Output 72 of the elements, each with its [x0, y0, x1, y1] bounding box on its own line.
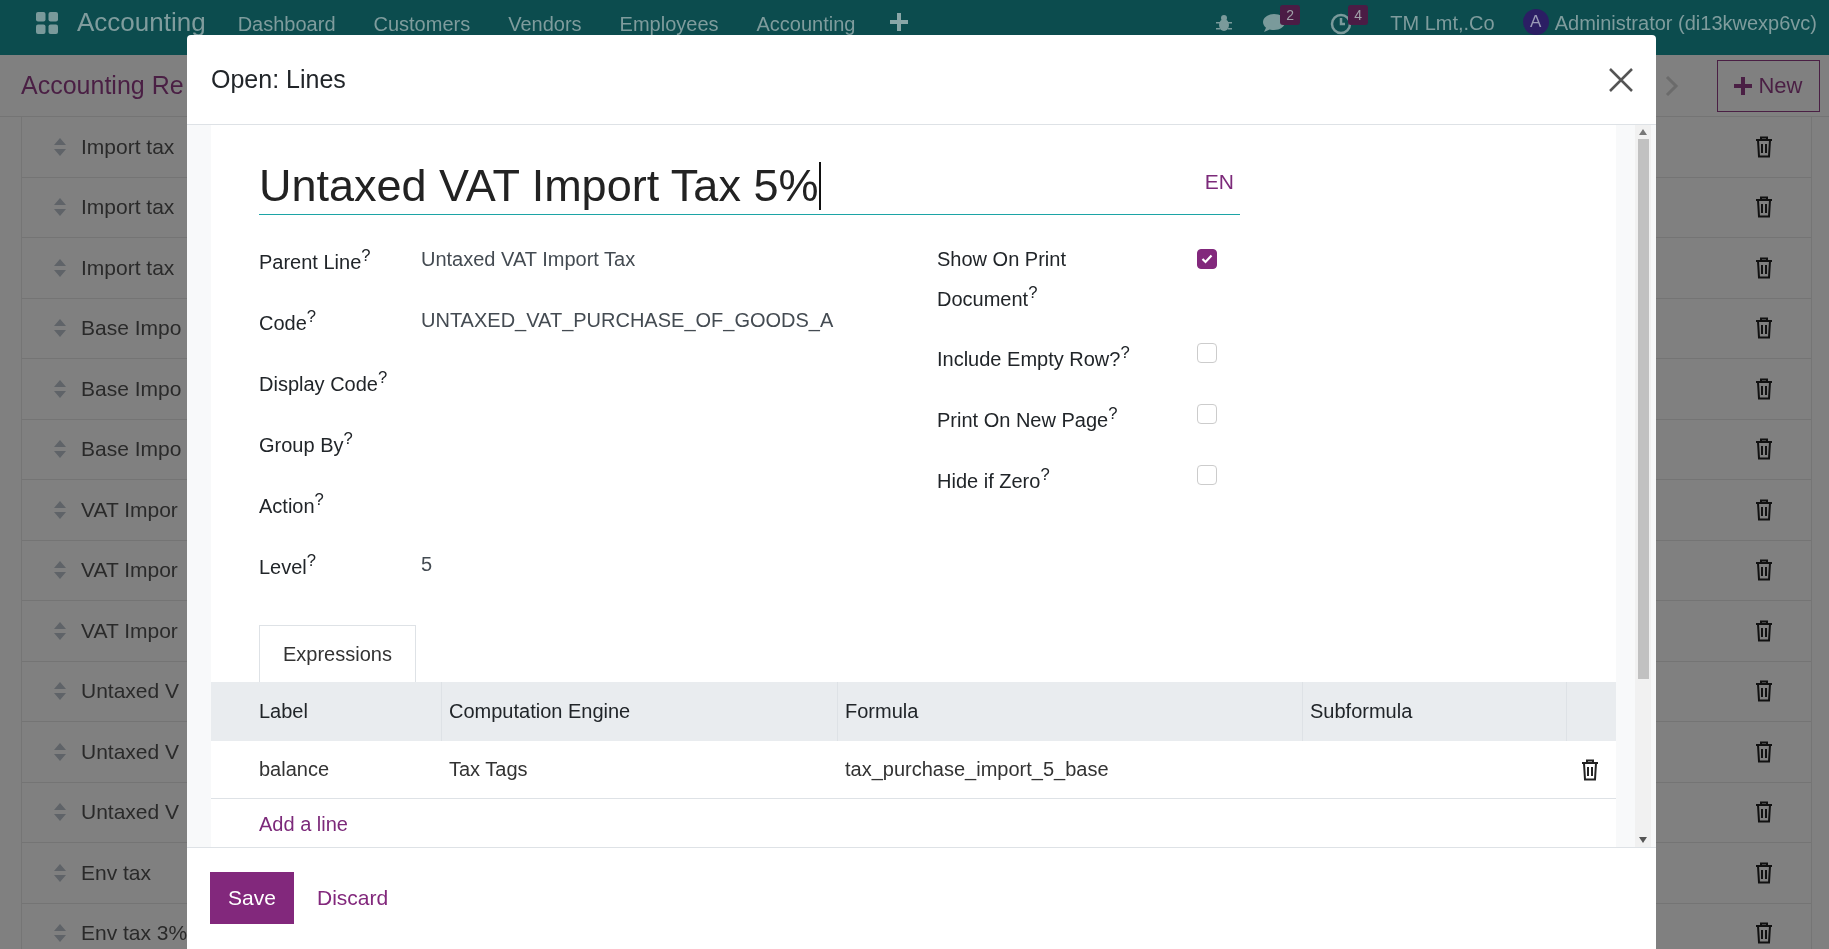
field-value[interactable]: Untaxed VAT Import Tax [421, 248, 891, 271]
add-line-link[interactable]: Add a line [259, 813, 348, 836]
drag-handle-icon[interactable] [53, 378, 67, 399]
drag-handle-icon[interactable] [53, 197, 67, 218]
close-icon[interactable] [1608, 66, 1634, 93]
scroll-down-icon[interactable] [1639, 837, 1647, 843]
activity-count-badge: 4 [1348, 5, 1368, 25]
table-cell-text: tax_purchase_import_5_base [844, 758, 1110, 781]
column-header[interactable]: Formula [838, 682, 1303, 741]
line-name: Import tax [81, 134, 175, 159]
message-count-badge: 2 [1280, 5, 1300, 25]
field-label: Parent Line$^{?}$ [259, 245, 372, 274]
drag-handle-icon[interactable] [53, 318, 67, 339]
scrollbar-thumb[interactable] [1637, 139, 1649, 679]
table-cell-text: Tax Tags [448, 758, 529, 781]
plus-icon[interactable] [889, 13, 908, 31]
line-name: VAT Impor [81, 558, 178, 583]
column-header[interactable]: Subformula [1303, 682, 1567, 741]
language-button[interactable]: EN [1204, 170, 1234, 194]
checkbox-label: Show On Print Document$^{?}$ [937, 247, 1067, 312]
apps-grid-icon[interactable] [35, 11, 59, 35]
text-cursor [819, 162, 822, 210]
bug-icon[interactable] [1214, 13, 1235, 33]
drag-handle-icon[interactable] [53, 499, 67, 520]
column-header[interactable]: Computation Engine [442, 682, 838, 741]
scroll-up-icon[interactable] [1639, 129, 1647, 135]
line-name: Env tax 3% [81, 921, 188, 946]
table-cell-text: balance [258, 758, 331, 781]
drag-handle-icon[interactable] [53, 620, 67, 641]
trash-icon[interactable] [1581, 758, 1599, 781]
line-name: Base Impo [81, 316, 182, 341]
check-icon [1201, 254, 1213, 264]
drag-handle-icon[interactable] [53, 136, 67, 157]
save-button[interactable]: Save [210, 872, 294, 924]
line-name: Base Impo [81, 376, 182, 401]
field-value[interactable]: 5 [421, 553, 891, 576]
discard-button[interactable]: Discard [296, 872, 410, 924]
field-value[interactable]: UNTAXED_VAT_PURCHASE_OF_GOODS_A [421, 309, 891, 332]
line-name: Import tax [81, 195, 175, 220]
plus-icon [1734, 76, 1753, 95]
line-name: Untaxed V [81, 739, 180, 764]
field-label: Display Code$^{?}$ [259, 367, 389, 396]
checkbox-label: Print On New Page$^{?}$ [937, 403, 1119, 433]
line-name: Base Impo [81, 437, 182, 462]
field-label: Level$^{?}$ [259, 550, 318, 579]
line-name: Import tax [81, 255, 175, 280]
drag-handle-icon[interactable] [53, 741, 67, 762]
drag-handle-icon[interactable] [53, 257, 67, 278]
line-name: VAT Impor [81, 497, 178, 522]
line-name: Untaxed V [81, 800, 180, 825]
name-input-field[interactable]: Untaxed VAT Import Tax 5% [259, 160, 822, 212]
drag-handle-icon[interactable] [53, 802, 67, 823]
drag-handle-icon[interactable] [53, 862, 67, 883]
clock-icon[interactable] [1330, 13, 1353, 35]
field-label: Action$^{?}$ [259, 489, 325, 518]
drag-handle-icon[interactable] [53, 681, 67, 702]
drag-handle-icon[interactable] [53, 439, 67, 460]
checkbox-label: Hide if Zero$^{?}$ [937, 464, 1051, 494]
drag-handle-icon[interactable] [53, 923, 67, 944]
field-label: Group By$^{?}$ [259, 428, 354, 457]
line-name: Env tax [81, 860, 152, 885]
user-avatar[interactable]: A [1522, 9, 1549, 35]
checkbox-label: Include Empty Row?$^{?}$ [937, 342, 1131, 372]
checkbox[interactable] [1197, 249, 1217, 269]
field-label: Code$^{?}$ [259, 306, 318, 335]
drag-handle-icon[interactable] [53, 560, 67, 581]
notebook-tab[interactable]: Expressions [259, 625, 416, 682]
app-name: Accounting [77, 8, 206, 36]
line-name: Untaxed V [81, 679, 180, 704]
dialog-title: Open: Lines [211, 65, 346, 94]
column-header[interactable]: Label [211, 682, 442, 741]
line-name: VAT Impor [81, 618, 178, 643]
